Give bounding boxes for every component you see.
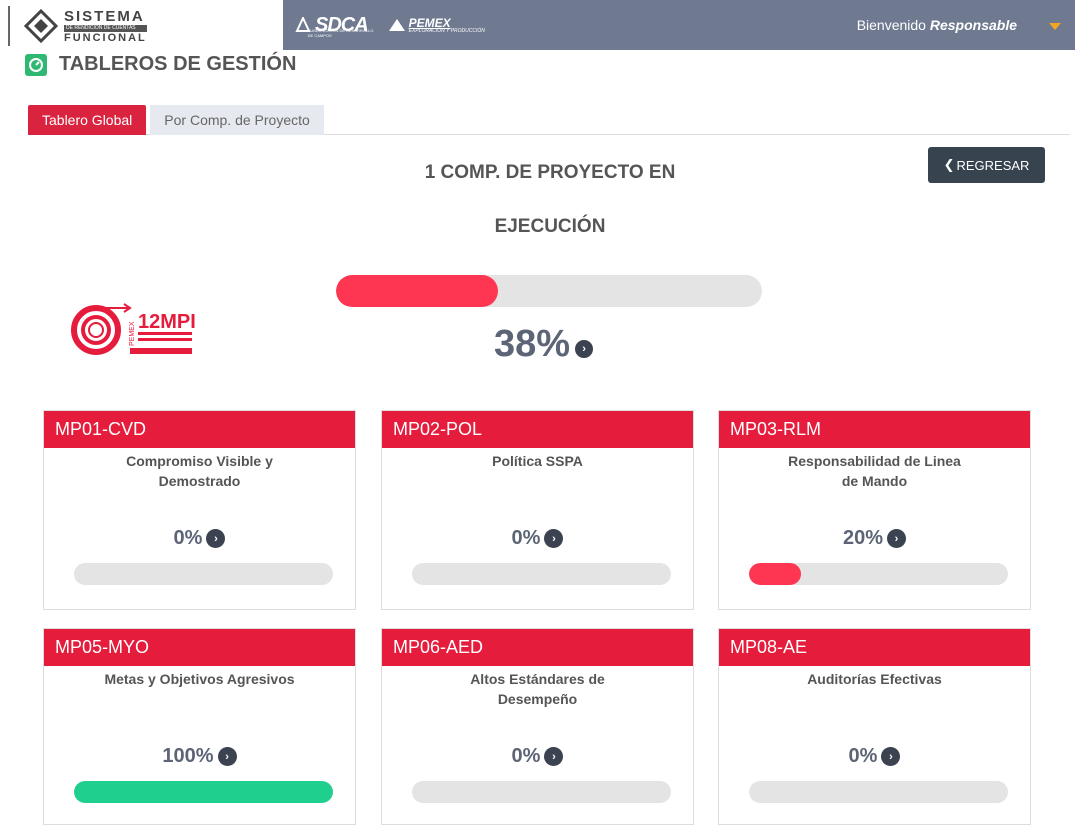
mp-card-code: MP08-AE <box>719 629 1030 666</box>
summary-percent-value: 38% <box>494 323 571 365</box>
top-bar: SISTEMA DE RENDICION DE CUENTAS FUNCIONA… <box>0 0 1075 50</box>
arrow-right-circle-icon[interactable]: › <box>887 529 907 548</box>
mp-card[interactable]: MP01-CVD Compromiso Visible y Demostrado 0… <box>43 410 356 610</box>
mp-card-progress-track <box>74 563 333 585</box>
mp-card-code: MP01-CVD <box>44 411 355 448</box>
pemex-logo-icon <box>388 19 405 31</box>
mp-card-title: Auditorías Efectivas <box>807 671 942 687</box>
summary-progress-track <box>336 275 762 307</box>
welcome-username: Responsable <box>929 17 1017 33</box>
brand-line2: DE RENDICION DE CUENTAS <box>64 24 147 32</box>
12mpi-logo: PEMEX 12MPI <box>70 302 200 363</box>
mp-card-percent[interactable]: 100% › <box>44 745 355 768</box>
brand-line3: FUNCIONAL <box>64 31 147 44</box>
brand-line1: SISTEMA <box>64 7 145 25</box>
mp-card-percent[interactable]: 0% › <box>382 527 693 550</box>
mp-card-progress-track <box>74 781 333 803</box>
arrow-right-circle-icon[interactable]: › <box>575 339 594 358</box>
mp-card-code: MP02-POL <box>382 411 693 448</box>
summary-percent[interactable]: 38% › <box>494 323 594 366</box>
arrow-right-circle-icon[interactable]: › <box>206 529 226 548</box>
pemex-logo: PEMEX <box>408 15 451 30</box>
mp-card-percent[interactable]: 0% › <box>719 745 1030 768</box>
navbar: SDCA SUBDIRECCIÓN DE DESARROLLO DE CAMPO… <box>283 0 1075 50</box>
mp-card-percent-value: 0% <box>173 527 203 549</box>
mp-card-percent-value: 100% <box>162 745 214 767</box>
welcome-prefix: Bienvenido <box>856 17 930 33</box>
mp-card-code: MP05-MYO <box>44 629 355 666</box>
mp-card-percent[interactable]: 0% › <box>44 527 355 550</box>
chevron-left-icon: ❮ <box>943 157 955 172</box>
user-menu-caret-icon[interactable] <box>1049 23 1061 30</box>
back-button[interactable]: ❮ REGRESAR <box>928 147 1045 183</box>
mp-card-progress-fill <box>749 563 801 585</box>
mp-card[interactable]: MP05-MYO Metas y Objetivos Agresivos 100% › <box>43 628 356 825</box>
mp-card[interactable]: MP02-POL Política SSPA 0% › <box>381 410 694 610</box>
pemex-sub: EXPLORACIÓN Y PRODUCCIÓN <box>408 27 485 34</box>
summary-title-line2: EJECUCIÓN <box>494 216 606 237</box>
brand-logo[interactable]: SISTEMA DE RENDICION DE CUENTAS FUNCIONA… <box>8 4 147 48</box>
mp-card-progress-track <box>412 563 671 585</box>
tab-bar: Tablero Global Por Comp. de Proyecto <box>28 105 1070 135</box>
mp-card-percent-value: 0% <box>848 745 878 767</box>
mp-card-progress-fill <box>74 781 333 803</box>
mp-card-percent[interactable]: 0% › <box>382 745 693 768</box>
page-header: TABLEROS DE GESTIÓN <box>25 53 296 76</box>
mp-card-progress-track <box>749 781 1008 803</box>
summary-progress-fill <box>336 275 498 307</box>
mp-card-title: Responsabilidad de Linea de Mando <box>788 453 961 489</box>
tab-tablero-global[interactable]: Tablero Global <box>28 105 147 135</box>
mp-card[interactable]: MP06-AED Altos Estándares de Desempeño 0% › <box>381 628 694 825</box>
svg-text:PEMEX: PEMEX <box>129 321 136 346</box>
mp-card[interactable]: MP08-AE Auditorías Efectivas 0% › <box>718 628 1031 825</box>
svg-text:12MPI: 12MPI <box>138 311 196 333</box>
mp-card-title: Altos Estándares de Desempeño <box>470 671 605 707</box>
mp-card-progress-track <box>412 781 671 803</box>
arrow-right-circle-icon[interactable]: › <box>544 747 564 766</box>
tab-por-comp-proyecto[interactable]: Por Comp. de Proyecto <box>150 105 324 135</box>
sdca-sub: SUBDIRECCIÓN DE DESARROLLO DE CAMPOS <box>307 28 374 38</box>
arrow-right-circle-icon[interactable]: › <box>544 529 564 548</box>
page-title: TABLEROS DE GESTIÓN <box>59 53 297 75</box>
mp-card-title: Compromiso Visible y Demostrado <box>126 453 273 489</box>
mp-card-percent-value: 0% <box>511 527 541 549</box>
arrow-right-circle-icon[interactable]: › <box>881 747 901 766</box>
arrow-right-circle-icon[interactable]: › <box>217 747 237 766</box>
mp-card-percent-value: 0% <box>511 745 541 767</box>
brand-diamond-icon <box>24 9 58 43</box>
back-button-label: REGRESAR <box>956 157 1030 173</box>
mp-card-percent[interactable]: 20% › <box>719 527 1030 550</box>
dashboard-clock-icon <box>25 53 47 76</box>
mp-card-title: Metas y Objetivos Agresivos <box>104 671 295 687</box>
mp-card-percent-value: 20% <box>842 527 884 549</box>
mp-card-progress-track <box>749 563 1008 585</box>
mp-card[interactable]: MP03-RLM Responsabilidad de Linea de Mand… <box>718 410 1031 610</box>
mp-card-code: MP06-AED <box>382 629 693 666</box>
welcome-user[interactable]: Bienvenido Responsable <box>857 17 1017 33</box>
summary-title-line1: 1 COMP. DE PROYECTO EN <box>424 162 676 183</box>
mp-card-code: MP03-RLM <box>719 411 1030 448</box>
mp-card-title: Política SSPA <box>492 453 583 469</box>
brand-divider <box>8 6 10 46</box>
